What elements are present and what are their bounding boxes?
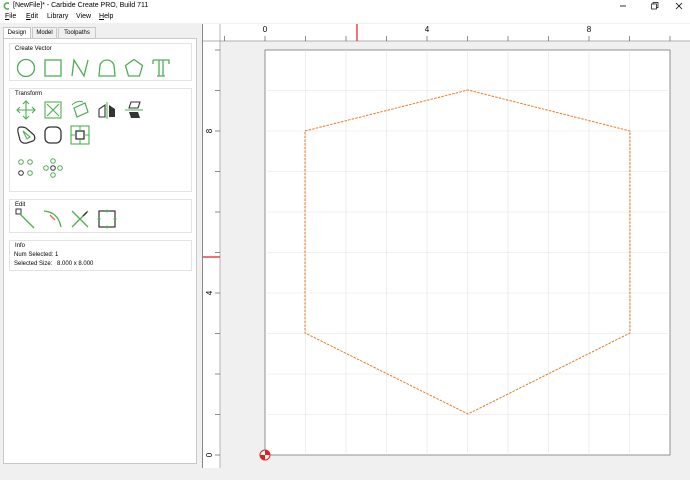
top-ruler-label-8: 8 — [587, 25, 592, 34]
top-ruler-label-4: 4 — [425, 25, 430, 34]
transform-title: Transform — [15, 91, 43, 97]
mirror-icon[interactable] — [96, 99, 118, 121]
menu-view[interactable]: View — [76, 13, 91, 20]
tab-strip: Design Model Toolpaths — [3, 27, 197, 39]
num-selected-value: 1 — [55, 252, 59, 258]
flip-vertical-icon[interactable] — [123, 99, 145, 121]
title-bar: [NewFile]* - Carbide Create PRO, Build 7… — [0, 0, 690, 12]
num-selected-row: Num Selected: 1 — [14, 252, 58, 258]
inset-rectangle-icon[interactable] — [69, 124, 91, 146]
circular-array-icon[interactable] — [15, 157, 37, 179]
left-ruler-label-8: 8 — [205, 128, 214, 133]
trim-icon[interactable] — [69, 208, 91, 230]
scale-icon[interactable] — [42, 99, 64, 121]
offset-icon[interactable] — [15, 124, 37, 146]
selected-size-value: 8.000 x 8.000 — [57, 261, 94, 267]
smooth-node-icon[interactable] — [42, 208, 64, 230]
app-icon — [3, 2, 10, 10]
grid-array-icon[interactable] — [42, 157, 64, 179]
origin-marker-icon — [259, 449, 271, 461]
tab-toolpaths[interactable]: Toolpaths — [58, 27, 96, 38]
info-title: Info — [15, 243, 26, 249]
minimize-icon[interactable] — [612, 0, 634, 12]
close-icon[interactable] — [668, 0, 690, 12]
left-panel: Design Model Toolpaths Create Vector Tra… — [3, 24, 197, 464]
canvas-area[interactable]: 0 4 8 8 4 0 — [202, 24, 690, 468]
join-icon[interactable] — [96, 208, 118, 230]
num-selected-label: Num Selected: — [14, 252, 54, 258]
menu-library[interactable]: Library — [47, 13, 68, 20]
edit-group: Edit — [9, 199, 192, 233]
tab-model[interactable]: Model — [32, 27, 57, 38]
left-ruler-label-4: 4 — [205, 290, 214, 295]
transform-group: Transform — [9, 88, 192, 192]
polygon-tool-icon[interactable] — [123, 57, 145, 79]
text-tool-icon[interactable] — [150, 57, 172, 79]
curve-tool-icon[interactable] — [96, 57, 118, 79]
top-ruler-label-0: 0 — [263, 25, 268, 34]
menu-help[interactable]: Help — [99, 13, 113, 20]
create-vector-group: Create Vector — [9, 43, 192, 81]
selected-size-label: Selected Size: — [14, 261, 53, 267]
rotate-icon[interactable] — [69, 99, 91, 121]
status-strip — [0, 468, 690, 480]
node-edit-icon[interactable] — [15, 208, 37, 230]
create-vector-title: Create Vector — [15, 46, 52, 52]
menu-bar: File Edit Library View Help — [0, 12, 690, 23]
restore-icon[interactable] — [643, 0, 665, 12]
left-ruler-label-0: 0 — [205, 452, 214, 457]
canvas-svg[interactable]: 0 4 8 8 4 0 — [203, 24, 690, 468]
info-group: Info Num Selected: 1 Selected Size: 8.00… — [9, 240, 192, 271]
polyline-tool-icon[interactable] — [69, 57, 91, 79]
top-ruler — [203, 24, 690, 41]
selected-size-row: Selected Size: 8.000 x 8.000 — [14, 261, 93, 267]
design-panel: Create Vector Transform Edit Info Num Se… — [3, 38, 197, 464]
menu-file[interactable]: File — [5, 13, 16, 20]
circle-tool-icon[interactable] — [15, 57, 37, 79]
move-icon[interactable] — [15, 99, 37, 121]
rectangle-tool-icon[interactable] — [42, 57, 64, 79]
window-title: [NewFile]* - Carbide Create PRO, Build 7… — [13, 2, 149, 9]
menu-edit[interactable]: Edit — [26, 13, 38, 20]
fillet-icon[interactable] — [42, 124, 64, 146]
